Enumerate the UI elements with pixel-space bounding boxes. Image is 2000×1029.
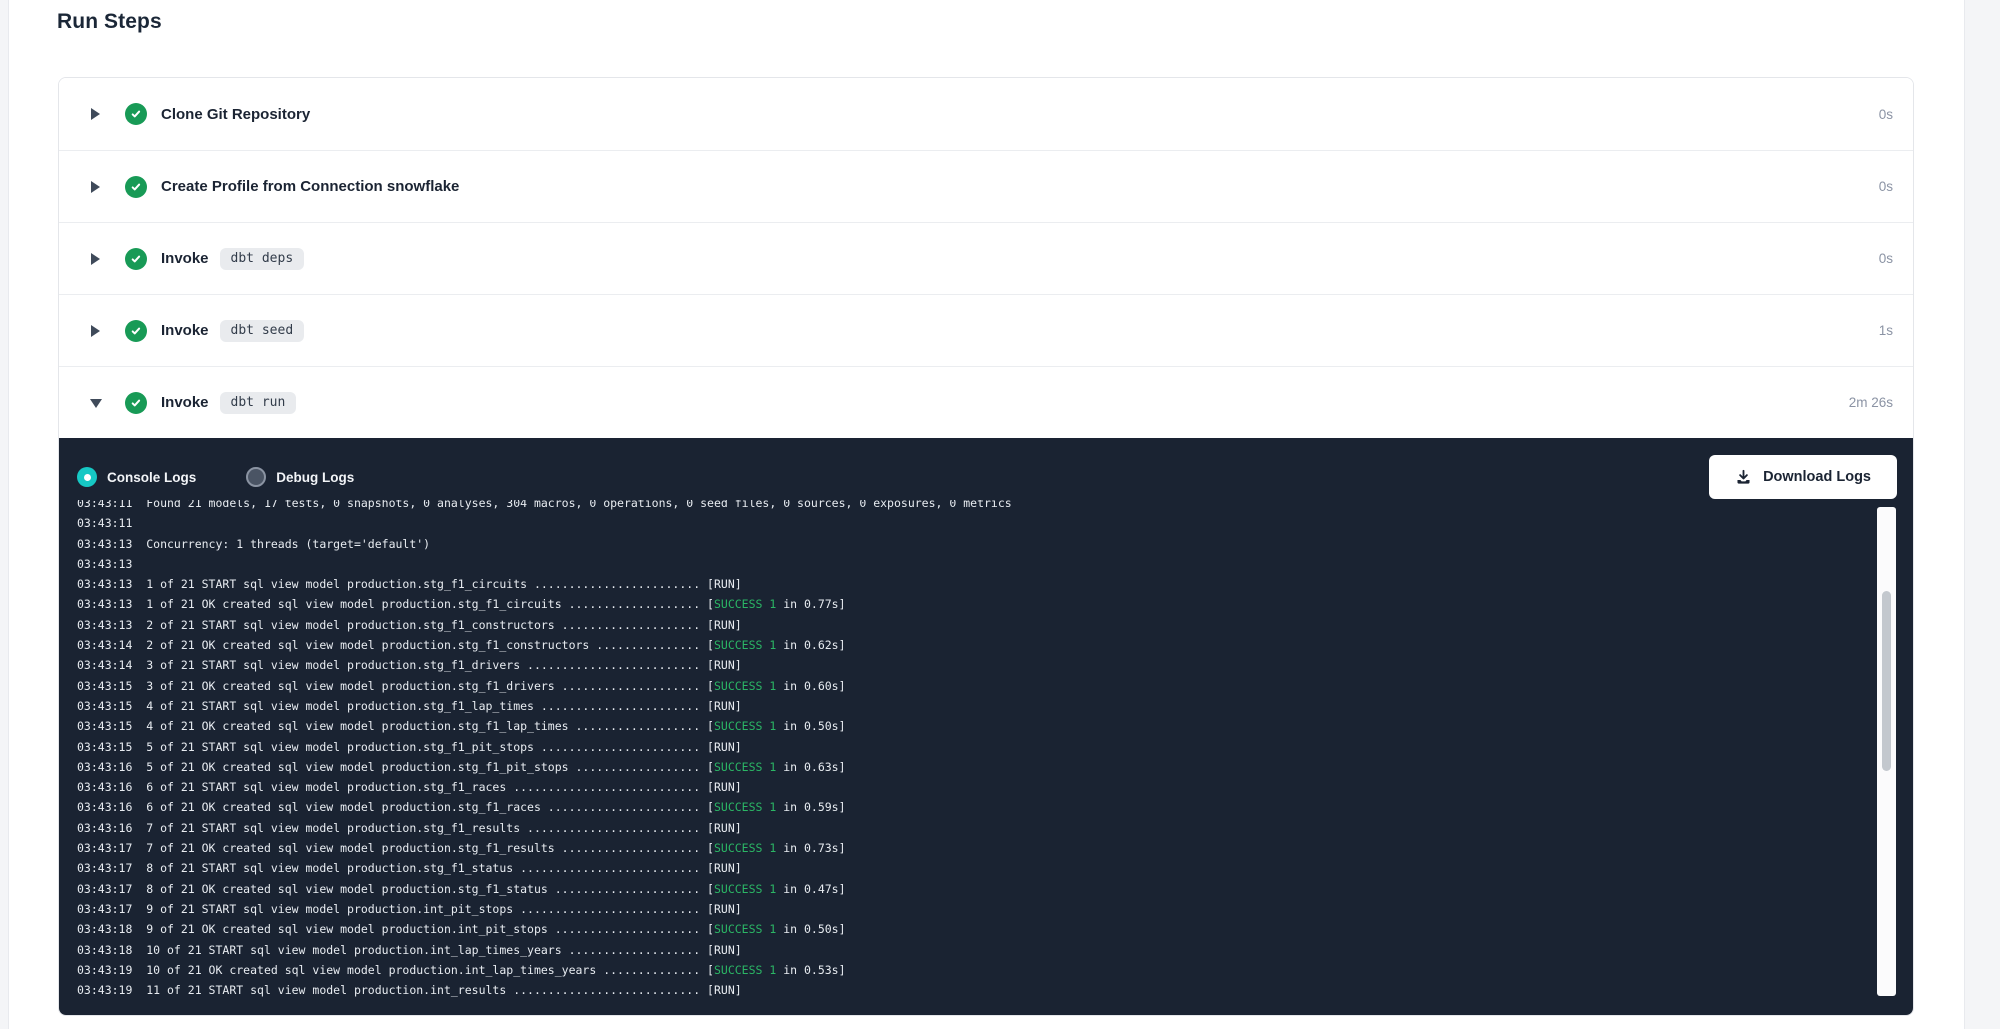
log-line: 03:43:15 5 of 21 START sql view model pr… (77, 737, 1913, 757)
console-controls: Console Logs Debug Logs Download Logs (59, 438, 1913, 500)
log-line: 03:43:13 2 of 21 START sql view model pr… (77, 615, 1913, 635)
screen: Run Steps Clone Git Repository 0s Create… (0, 0, 2000, 1029)
log-line: 03:43:13 1 of 21 OK created sql view mod… (77, 594, 1913, 614)
radio-dot (84, 474, 91, 481)
log-line: 03:43:19 10 of 21 OK created sql view mo… (77, 960, 1913, 980)
expand-caret-icon[interactable] (90, 253, 102, 265)
log-line: 03:43:13 1 of 21 START sql view model pr… (77, 574, 1913, 594)
step-command-chip: dbt deps (220, 248, 305, 270)
log-line: 03:43:18 10 of 21 START sql view model p… (77, 940, 1913, 960)
radio-selected-icon (77, 467, 97, 487)
step-duration: 1s (1879, 323, 1893, 338)
log-line: 03:43:17 8 of 21 START sql view model pr… (77, 858, 1913, 878)
download-icon (1735, 469, 1752, 486)
step-label: Invoke (161, 322, 209, 339)
log-line: 03:43:17 8 of 21 OK created sql view mod… (77, 879, 1913, 899)
page-title: Run Steps (57, 10, 162, 34)
log-line: 03:43:16 5 of 21 OK created sql view mod… (77, 757, 1913, 777)
expand-caret-icon[interactable] (90, 397, 102, 409)
step-duration: 0s (1879, 251, 1893, 266)
debug-logs-radio[interactable]: Debug Logs (246, 467, 354, 487)
step-label: Invoke (161, 394, 209, 411)
download-logs-label: Download Logs (1763, 469, 1871, 485)
log-viewport[interactable]: 03:43:11 Found 21 models, 17 tests, 0 sn… (59, 500, 1913, 1015)
log-line: 03:43:11 (77, 513, 1913, 533)
step-label: Create Profile from Connection snowflake (161, 178, 459, 195)
step-duration: 0s (1879, 179, 1893, 194)
log-line: 03:43:11 Found 21 models, 17 tests, 0 sn… (77, 500, 1913, 513)
radio-unselected-icon (246, 467, 266, 487)
step-duration: 0s (1879, 107, 1893, 122)
step-row[interactable]: Create Profile from Connection snowflake… (59, 150, 1913, 222)
success-check-icon (125, 176, 147, 198)
console-log-panel: Console Logs Debug Logs Download Logs (59, 438, 1913, 1015)
step-duration: 2m 26s (1849, 395, 1893, 410)
log-line: 03:43:16 7 of 21 START sql view model pr… (77, 818, 1913, 838)
log-line: 03:43:14 2 of 21 OK created sql view mod… (77, 635, 1913, 655)
success-check-icon (125, 248, 147, 270)
log-scrollbar[interactable] (1877, 507, 1896, 996)
run-steps-card: Clone Git Repository 0s Create Profile f… (58, 77, 1914, 1016)
step-command-chip: dbt seed (220, 320, 305, 342)
log-line: 03:43:17 9 of 21 START sql view model pr… (77, 899, 1913, 919)
step-command-chip: dbt run (220, 392, 297, 414)
step-rows: Clone Git Repository 0s Create Profile f… (59, 78, 1913, 438)
expand-caret-icon[interactable] (90, 325, 102, 337)
log-line: 03:43:18 9 of 21 OK created sql view mod… (77, 919, 1913, 939)
console-logs-radio[interactable]: Console Logs (77, 467, 196, 487)
success-check-icon (125, 103, 147, 125)
expand-caret-icon[interactable] (90, 181, 102, 193)
download-logs-button[interactable]: Download Logs (1709, 455, 1897, 499)
log-line: 03:43:17 7 of 21 OK created sql view mod… (77, 838, 1913, 858)
debug-logs-label: Debug Logs (276, 470, 354, 485)
log-line: 03:43:13 Concurrency: 1 threads (target=… (77, 534, 1913, 554)
success-check-icon (125, 320, 147, 342)
step-row[interactable]: Clone Git Repository 0s (59, 78, 1913, 150)
log-output: 03:43:11 Found 21 models, 17 tests, 0 sn… (59, 500, 1913, 1000)
step-label: Invoke (161, 250, 209, 267)
expand-caret-icon[interactable] (90, 108, 102, 120)
step-row[interactable]: Invoke dbt seed 1s (59, 294, 1913, 366)
main-content-panel: Run Steps Clone Git Repository 0s Create… (8, 0, 1965, 1029)
log-line: 03:43:15 4 of 21 START sql view model pr… (77, 696, 1913, 716)
log-line: 03:43:15 4 of 21 OK created sql view mod… (77, 716, 1913, 736)
success-check-icon (125, 392, 147, 414)
step-row[interactable]: Invoke dbt deps 0s (59, 222, 1913, 294)
step-row[interactable]: Invoke dbt run 2m 26s (59, 366, 1913, 438)
log-line: 03:43:19 11 of 21 START sql view model p… (77, 980, 1913, 1000)
console-logs-label: Console Logs (107, 470, 196, 485)
log-line: 03:43:16 6 of 21 START sql view model pr… (77, 777, 1913, 797)
log-line: 03:43:16 6 of 21 OK created sql view mod… (77, 797, 1913, 817)
log-line: 03:43:15 3 of 21 OK created sql view mod… (77, 676, 1913, 696)
log-line: 03:43:13 (77, 554, 1913, 574)
log-line: 03:43:14 3 of 21 START sql view model pr… (77, 655, 1913, 675)
step-label: Clone Git Repository (161, 106, 310, 123)
log-scrollbar-thumb[interactable] (1882, 591, 1891, 771)
